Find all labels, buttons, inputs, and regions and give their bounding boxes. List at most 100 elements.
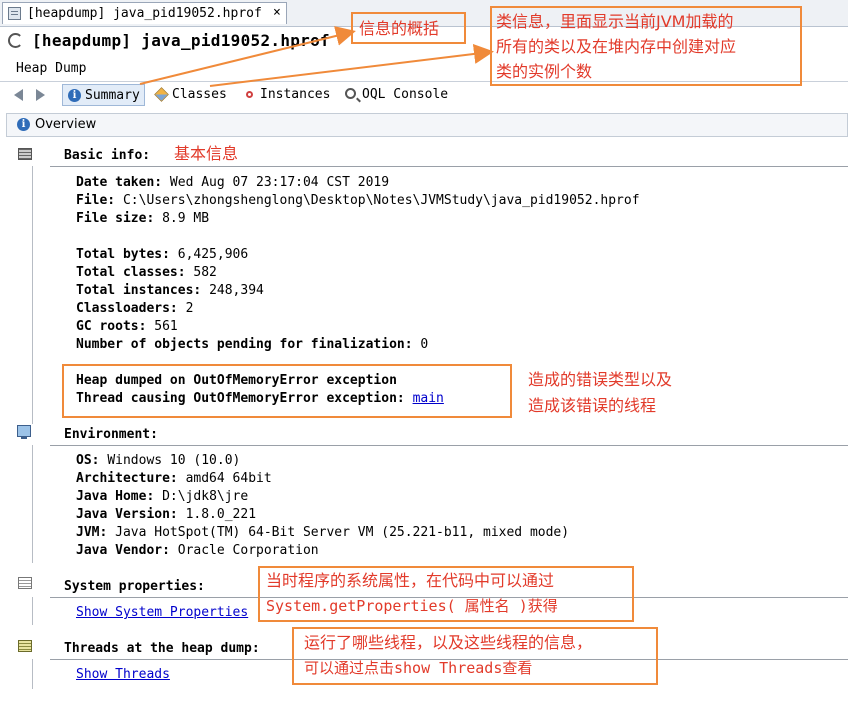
overview-header: i Overview (6, 113, 848, 137)
jvm-label: JVM: (76, 525, 108, 540)
classes-annotation-line-2: 所有的类以及在堆内存中创建对应 (496, 37, 737, 56)
java-version-value: 1.8.0_221 (185, 507, 257, 522)
file-row: File: C:\Users\zhongshenglong\Desktop\No… (76, 193, 640, 208)
total-classes-row: Total classes: 582 (76, 265, 217, 280)
instances-view-label: Instances (260, 87, 331, 102)
summary-view-button[interactable]: i Summary (62, 84, 145, 106)
basic-info-icon (18, 148, 32, 160)
page-title: [heapdump] java_pid19052.hprof (32, 31, 330, 50)
oom-annotation-box (62, 364, 512, 418)
classloaders-value: 2 (185, 301, 194, 316)
os-label: OS: (76, 453, 100, 468)
classes-view-button[interactable]: Classes (150, 84, 231, 106)
heapdump-file-icon (8, 7, 21, 20)
gc-roots-row: GC roots: 561 (76, 319, 178, 334)
heap-dump-subtitle: Heap Dump (16, 61, 87, 76)
java-vendor-row: Java Vendor: Oracle Corporation (76, 543, 319, 558)
back-arrow-icon[interactable] (14, 89, 23, 101)
total-classes-value: 582 (193, 265, 217, 280)
show-system-properties-link[interactable]: Show System Properties (76, 605, 248, 620)
architecture-row: Architecture: amd64 64bit (76, 471, 272, 486)
file-size-row: File size: 8.9 MB (76, 211, 209, 226)
show-threads-link[interactable]: Show Threads (76, 667, 170, 682)
file-size-value: 8.9 MB (162, 211, 210, 226)
section-divider (50, 445, 848, 446)
pending-finalization-row: Number of objects pending for finalizati… (76, 337, 428, 352)
file-value: C:\Users\zhongshenglong\Desktop\Notes\JV… (122, 193, 640, 208)
oom-annotation-line-2: 造成该错误的线程 (528, 396, 657, 415)
gc-roots-value: 561 (154, 319, 178, 334)
info-icon: i (68, 89, 81, 102)
java-vendor-label: Java Vendor: (76, 543, 170, 558)
file-size-label: File size: (76, 211, 155, 226)
environment-title: Environment: (64, 427, 158, 442)
threads-annotation-line-2: 可以通过点击show Threads查看 (304, 659, 533, 677)
date-taken-label: Date taken: (76, 175, 163, 190)
basic-info-title: Basic info: (64, 148, 151, 163)
os-row: OS: Windows 10 (10.0) (76, 453, 240, 468)
overview-info-icon: i (17, 118, 30, 131)
java-version-row: Java Version: 1.8.0_221 (76, 507, 256, 522)
view-toolbar: i Summary Classes Instances OQL Console (0, 83, 848, 108)
section-divider (50, 166, 848, 167)
jvm-row: JVM: Java HotSpot(TM) 64-Bit Server VM (… (76, 525, 569, 540)
classes-icon (154, 87, 169, 102)
refresh-icon[interactable] (8, 33, 23, 48)
overview-label: Overview (35, 117, 97, 132)
section-indent-line (32, 597, 33, 625)
architecture-value: amd64 64bit (185, 471, 272, 486)
classes-annotation-line-1: 类信息，里面显示当前JVM加载的 (496, 12, 734, 31)
total-instances-value: 248,394 (209, 283, 264, 298)
heapdump-file-tab[interactable]: [heapdump] java_pid19052.hprof × (2, 2, 287, 24)
threads-title: Threads at the heap dump: (64, 641, 260, 656)
classes-annotation-line-3: 类的实例个数 (496, 62, 593, 81)
java-version-label: Java Version: (76, 507, 178, 522)
threads-annotation-line-1: 运行了哪些线程，以及这些线程的信息， (304, 633, 593, 652)
os-value: Windows 10 (10.0) (107, 453, 241, 468)
magnifier-icon (345, 88, 356, 99)
instances-icon (246, 91, 253, 98)
java-home-label: Java Home: (76, 489, 155, 504)
summary-view-label: Summary (85, 88, 140, 103)
close-tab-icon[interactable]: × (273, 5, 281, 20)
java-home-value: D:\jdk8\jre (162, 489, 249, 504)
section-indent-line (32, 445, 33, 563)
basic-info-annotation-text: 基本信息 (174, 144, 239, 163)
file-tab-label: [heapdump] java_pid19052.hprof (27, 6, 262, 21)
classloaders-label: Classloaders: (76, 301, 178, 316)
system-properties-icon (18, 577, 32, 589)
oql-console-view-button[interactable]: OQL Console (340, 84, 452, 106)
date-taken-row: Date taken: Wed Aug 07 23:17:04 CST 2019 (76, 175, 389, 190)
total-bytes-label: Total bytes: (76, 247, 170, 262)
pending-finalization-value: 0 (420, 337, 429, 352)
summary-annotation-text: 信息的概括 (359, 19, 440, 38)
gc-roots-label: GC roots: (76, 319, 147, 334)
system-properties-title: System properties: (64, 579, 205, 594)
java-home-row: Java Home: D:\jdk8\jre (76, 489, 248, 504)
pending-finalization-label: Number of objects pending for finalizati… (76, 337, 413, 352)
oql-console-view-label: OQL Console (362, 87, 449, 102)
show-system-properties-row: Show System Properties (76, 605, 248, 620)
total-classes-label: Total classes: (76, 265, 186, 280)
section-indent-line (32, 166, 33, 424)
system-properties-annotation-line-2: System.getProperties( 属性名 )获得 (266, 597, 558, 615)
classes-view-label: Classes (172, 87, 227, 102)
jvm-value: Java HotSpot(TM) 64-Bit Server VM (25.22… (115, 525, 570, 540)
oom-annotation-line-1: 造成的错误类型以及 (528, 370, 673, 389)
architecture-label: Architecture: (76, 471, 178, 486)
environment-icon (17, 425, 31, 439)
show-threads-row: Show Threads (76, 667, 170, 682)
forward-arrow-icon[interactable] (36, 89, 45, 101)
total-bytes-value: 6,425,906 (177, 247, 249, 262)
threads-icon (18, 640, 32, 652)
total-instances-label: Total instances: (76, 283, 202, 298)
system-properties-annotation-line-1: 当时程序的系统属性，在代码中可以通过 (266, 571, 555, 590)
date-taken-value: Wed Aug 07 23:17:04 CST 2019 (169, 175, 390, 190)
section-indent-line (32, 659, 33, 689)
java-vendor-value: Oracle Corporation (177, 543, 319, 558)
total-bytes-row: Total bytes: 6,425,906 (76, 247, 248, 262)
classloaders-row: Classloaders: 2 (76, 301, 193, 316)
total-instances-row: Total instances: 248,394 (76, 283, 264, 298)
instances-view-button[interactable]: Instances (238, 84, 334, 106)
file-label: File: (76, 193, 116, 208)
